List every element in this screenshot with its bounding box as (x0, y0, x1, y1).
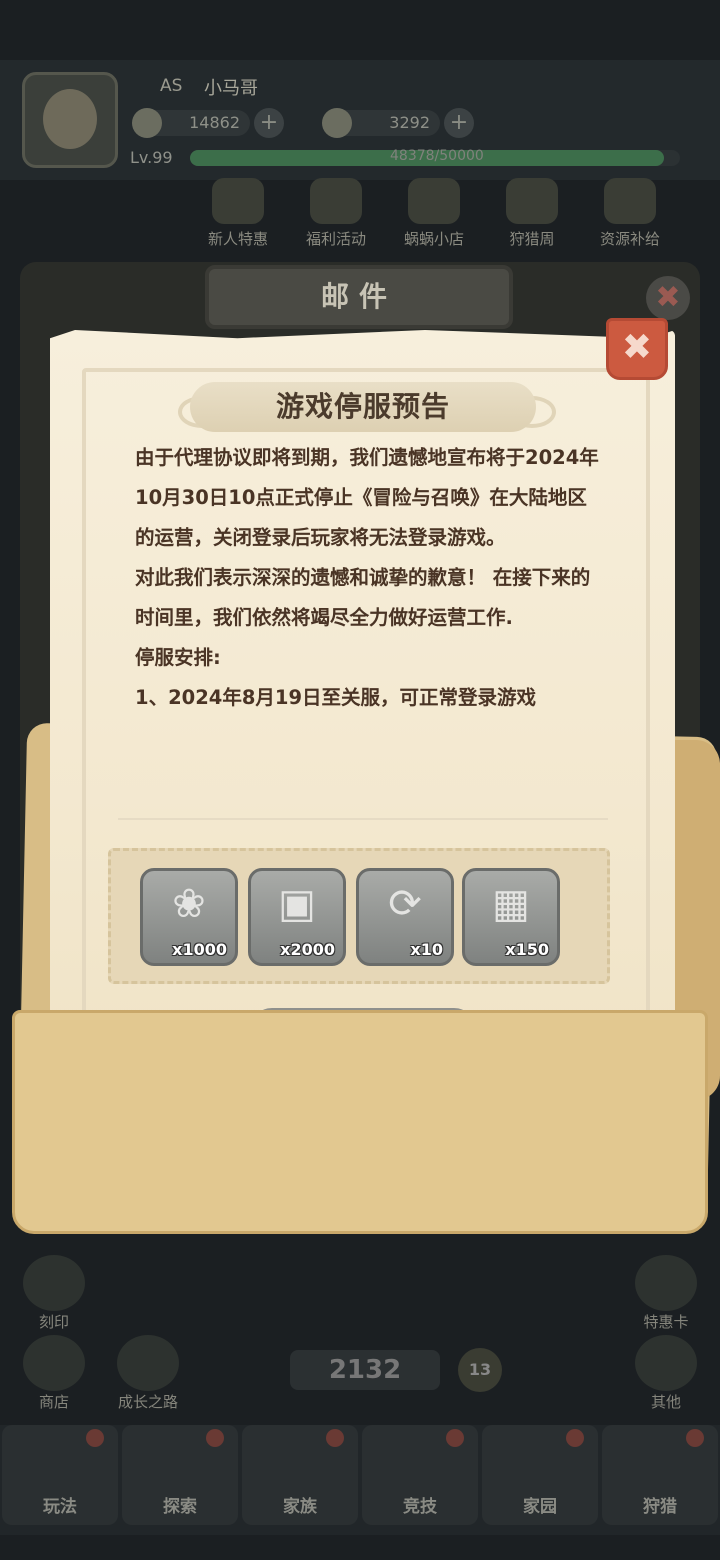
notification-dot (566, 1429, 584, 1447)
nav-arena[interactable]: 竞技 (362, 1425, 478, 1525)
currency-1-value: 14862 (189, 113, 240, 132)
notice-paragraph: 停服安排: (135, 646, 221, 669)
nav-explore[interactable]: 探索 (122, 1425, 238, 1525)
player-name: 小马哥 (204, 78, 258, 99)
top-icon-hunt-week[interactable]: 狩猎周 (484, 178, 580, 249)
nav-family[interactable]: 家族 (242, 1425, 358, 1525)
top-icon-row: 新人特惠 福利活动 蜗蜗小店 狩猎周 资源补给 (190, 178, 690, 248)
nav-play[interactable]: 玩法 (2, 1425, 118, 1525)
currency-2-value: 3292 (389, 113, 430, 132)
notice-title: 游戏停服预告 (275, 390, 450, 423)
notification-dot (446, 1429, 464, 1447)
engrave-button[interactable]: 刻印 (14, 1255, 94, 1332)
notice-paragraph: 对此我们表示深深的遗憾和诚挚的歉意！ 在接下来的时间里，我们依然将竭尽全力做好运… (135, 566, 591, 629)
mail-close-button[interactable]: ✖ (646, 276, 690, 320)
store-button[interactable]: 商店 (14, 1335, 94, 1412)
server-tag: AS (160, 76, 183, 96)
reward-item-chest[interactable]: ▣ x2000 (248, 868, 346, 966)
snail-shop-icon (408, 178, 460, 224)
nav-label: 家园 (523, 1497, 557, 1517)
other-icon (635, 1335, 697, 1391)
other-button[interactable]: 其他 (626, 1335, 706, 1412)
player-level: Lv.99 (130, 148, 173, 167)
nav-label: 探索 (163, 1497, 197, 1517)
net-icon: ▦ (492, 881, 530, 927)
engrave-icon (23, 1255, 85, 1311)
top-icon-shop[interactable]: 蜗蜗小店 (386, 178, 482, 249)
hunt-week-icon (506, 178, 558, 224)
nav-label: 狩猎 (643, 1497, 677, 1517)
growth-path-icon (117, 1335, 179, 1391)
notification-dot (686, 1429, 704, 1447)
notification-dot (326, 1429, 344, 1447)
top-icon-label: 资源补给 (599, 230, 660, 248)
welfare-event-icon (310, 178, 362, 224)
shell-currency-icon (322, 108, 352, 138)
top-icon-label: 蜗蜗小店 (403, 230, 464, 248)
currency-1: 14862 + (132, 108, 284, 138)
reward-qty: x10 (410, 940, 443, 959)
top-icon-welfare[interactable]: 福利活动 (288, 178, 384, 249)
avatar-face (43, 89, 97, 149)
notification-dot (86, 1429, 104, 1447)
special-card-button[interactable]: 特惠卡 (626, 1255, 706, 1332)
special-card-icon (635, 1255, 697, 1311)
notice-body: 由于代理协议即将到期，我们遗憾地宣布将于2024年10月30日10点正式停止《冒… (135, 438, 605, 718)
top-icon-resource[interactable]: 资源补给 (582, 178, 678, 249)
bottom-nav: 玩法 探索 家族 竞技 家园 狩猎 (0, 1425, 720, 1535)
close-button[interactable]: ✖ (606, 318, 668, 380)
power-value: 2132 (290, 1350, 440, 1390)
avatar[interactable] (22, 72, 118, 168)
notification-dot (206, 1429, 224, 1447)
reward-item-refresh-ticket[interactable]: ⟳ x10 (356, 868, 454, 966)
currency-2: 3292 + (322, 108, 474, 138)
chest-icon: ▣ (278, 881, 316, 927)
divider (118, 818, 608, 820)
shell-icon: ❀ (172, 881, 206, 927)
growth-path-button[interactable]: 成长之路 (108, 1335, 188, 1412)
coin-icon (132, 108, 162, 138)
top-icon-label: 新人特惠 (207, 230, 268, 248)
nav-hunt[interactable]: 狩猎 (602, 1425, 718, 1525)
envelope-front (12, 1010, 708, 1234)
top-icon-label: 狩猎周 (509, 230, 555, 248)
growth-path-label: 成长之路 (117, 1393, 178, 1411)
engrave-label: 刻印 (38, 1313, 69, 1331)
add-currency-2-button[interactable]: + (444, 108, 474, 138)
nav-label: 玩法 (43, 1497, 77, 1517)
nav-label: 家族 (283, 1497, 317, 1517)
reward-qty: x1000 (172, 940, 227, 959)
nav-label: 竞技 (403, 1497, 437, 1517)
nav-home[interactable]: 家园 (482, 1425, 598, 1525)
notice-paragraph: 1、2024年8月19日至关服，可正常登录游戏 (135, 686, 537, 709)
reward-qty: x2000 (280, 940, 335, 959)
top-icon-newbie[interactable]: 新人特惠 (190, 178, 286, 249)
refresh-ticket-icon: ⟳ (388, 881, 422, 927)
notice-title-banner: 游戏停服预告 (190, 382, 536, 432)
notice-paragraph: 由于代理协议即将到期，我们遗憾地宣布将于2024年10月30日10点正式停止《冒… (135, 446, 599, 549)
other-label: 其他 (650, 1393, 681, 1411)
newbie-deal-icon (212, 178, 264, 224)
mail-panel-title: 邮件 (205, 265, 513, 329)
xp-text: 48378/50000 (390, 148, 484, 164)
reward-item-net[interactable]: ▦ x150 (462, 868, 560, 966)
store-label: 商店 (38, 1393, 69, 1411)
store-icon (23, 1335, 85, 1391)
level-badge: 13 (458, 1348, 502, 1392)
add-currency-1-button[interactable]: + (254, 108, 284, 138)
reward-item-shell[interactable]: ❀ x1000 (140, 868, 238, 966)
resource-supply-icon (604, 178, 656, 224)
reward-qty: x150 (505, 940, 549, 959)
special-card-label: 特惠卡 (643, 1313, 689, 1331)
top-icon-label: 福利活动 (305, 230, 366, 248)
